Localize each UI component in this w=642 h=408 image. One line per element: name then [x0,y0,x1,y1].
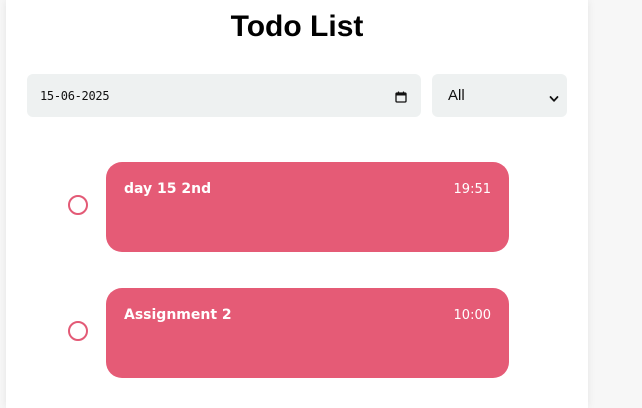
todo-check-circle-icon[interactable] [68,321,88,341]
status-filter-value: All [448,87,465,104]
todo-card[interactable]: day 15 2nd 19:51 [106,162,509,252]
calendar-icon[interactable] [395,90,407,103]
todo-title: Assignment 2 [124,307,232,323]
page: Todo List 15-06-2025 All day 15 2nd 19:5… [0,0,642,408]
todo-item: day 15 2nd 19:51 [0,162,594,252]
todo-check-circle-icon[interactable] [68,195,88,215]
todo-title: day 15 2nd [124,181,212,197]
chevron-down-icon [549,91,559,102]
todo-card[interactable]: Assignment 2 10:00 [106,288,509,378]
date-input-value: 15-06-2025 [40,88,110,103]
todo-time: 10:00 [453,308,491,323]
todo-item: Assignment 2 10:00 [0,288,594,378]
page-title: Todo List [230,10,364,43]
status-filter-select[interactable]: All [432,74,567,117]
date-input[interactable]: 15-06-2025 [27,74,421,117]
todo-time: 19:51 [453,182,491,197]
